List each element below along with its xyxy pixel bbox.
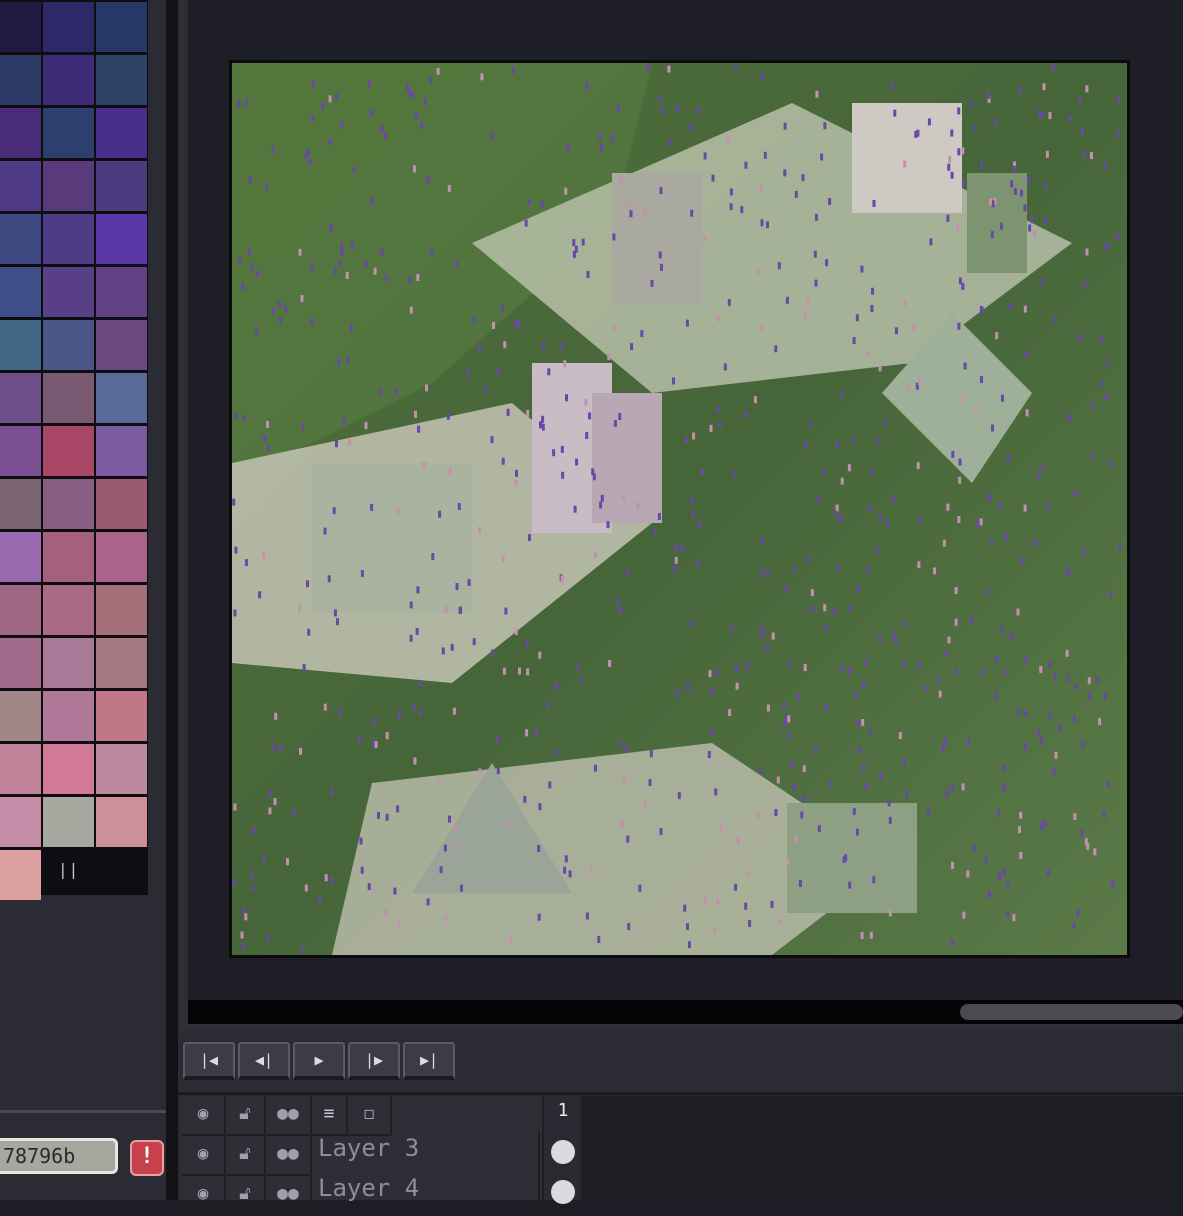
warning-button[interactable]: !	[130, 1140, 164, 1176]
palette-swatch[interactable]	[43, 214, 94, 264]
header-lock-icon[interactable]: 🔓︎	[226, 1096, 266, 1136]
palette-swatch[interactable]	[0, 638, 41, 688]
panel-gutter	[166, 0, 178, 1200]
skip-end-icon: ▶|	[419, 1051, 439, 1069]
palette-swatch[interactable]	[43, 161, 94, 211]
frame-number[interactable]: 1	[542, 1100, 584, 1121]
building-block	[612, 173, 702, 303]
color-palette	[0, 0, 148, 900]
palette-swatch[interactable]	[0, 373, 41, 423]
palette-swatch[interactable]	[0, 2, 41, 52]
palette-swatch[interactable]	[96, 55, 147, 105]
palette-swatch[interactable]	[43, 532, 94, 582]
panel-divider	[0, 1110, 166, 1113]
palette-swatch[interactable]	[96, 426, 147, 476]
layer-name[interactable]: Layer 4	[312, 1170, 540, 1210]
cel-dot[interactable]	[551, 1180, 575, 1204]
palette-swatch[interactable]	[43, 108, 94, 158]
palette-swatch[interactable]	[43, 373, 94, 423]
previous-frame-button[interactable]: ◀|	[238, 1042, 290, 1080]
play-button[interactable]: ▶	[293, 1042, 345, 1080]
palette-swatch[interactable]	[96, 532, 147, 582]
palette-swatch[interactable]	[0, 267, 41, 317]
step-back-icon: ◀|	[254, 1051, 274, 1069]
palette-swatch[interactable]	[43, 797, 94, 847]
palette-swatch[interactable]	[0, 850, 41, 900]
palette-swatch[interactable]	[96, 479, 147, 529]
palette-resize-handle[interactable]: ||	[58, 860, 79, 879]
palette-swatch[interactable]	[0, 161, 41, 211]
palette-swatch[interactable]	[96, 373, 147, 423]
palette-swatch[interactable]	[96, 744, 147, 794]
palette-swatch[interactable]	[43, 426, 94, 476]
layer-3-lock-icon[interactable]: 🔓︎	[226, 1136, 266, 1176]
last-frame-button[interactable]: ▶|	[403, 1042, 455, 1080]
header-eye-icon[interactable]: ◉	[182, 1096, 226, 1136]
color-hex-input[interactable]: 78796b	[0, 1138, 118, 1174]
palette-swatch[interactable]	[43, 691, 94, 741]
palette-swatch[interactable]	[43, 585, 94, 635]
scrollbar-thumb[interactable]	[960, 1004, 1183, 1020]
palette-swatch[interactable]	[96, 2, 147, 52]
timeline-separator	[178, 1092, 1183, 1095]
palette-swatch[interactable]	[0, 426, 41, 476]
palette-swatch[interactable]	[96, 585, 147, 635]
layer-3-link-icon[interactable]: ●●	[266, 1136, 312, 1176]
cel-dot[interactable]	[551, 1140, 575, 1164]
layer-3-eye-icon[interactable]: ◉	[182, 1136, 226, 1176]
palette-swatch[interactable]	[0, 691, 41, 741]
palette-swatch[interactable]	[96, 638, 147, 688]
timeline-cels-area[interactable]	[584, 1096, 1183, 1200]
palette-swatch[interactable]	[96, 691, 147, 741]
layer-name[interactable]: Layer 3	[312, 1130, 540, 1170]
first-frame-button[interactable]: |◀	[183, 1042, 235, 1080]
palette-swatch[interactable]	[0, 585, 41, 635]
palette-swatch[interactable]	[0, 108, 41, 158]
palette-swatch[interactable]	[0, 479, 41, 529]
palette-swatch[interactable]	[96, 267, 147, 317]
step-forward-icon: |▶	[364, 1051, 384, 1069]
building-arch	[592, 393, 662, 523]
header-link-icon[interactable]: ●●	[266, 1096, 312, 1136]
building-green-tower	[967, 173, 1027, 273]
palette-swatch[interactable]	[43, 320, 94, 370]
palette-swatch[interactable]	[96, 320, 147, 370]
palette-swatch[interactable]	[96, 797, 147, 847]
palette-swatch[interactable]	[43, 638, 94, 688]
palette-swatch[interactable]	[96, 108, 147, 158]
palette-swatch[interactable]	[0, 55, 41, 105]
artwork-canvas[interactable]	[229, 60, 1130, 958]
palette-swatch[interactable]	[96, 161, 147, 211]
layer-4-lock-icon[interactable]: 🔓︎	[226, 1176, 266, 1216]
palette-swatch[interactable]	[43, 267, 94, 317]
palette-swatch[interactable]	[0, 532, 41, 582]
building-cube	[787, 803, 917, 913]
palette-swatch[interactable]	[0, 320, 41, 370]
palette-swatch[interactable]	[43, 55, 94, 105]
skip-start-icon: |◀	[199, 1051, 219, 1069]
next-frame-button[interactable]: |▶	[348, 1042, 400, 1080]
building-gate	[852, 103, 962, 213]
palette-swatch[interactable]	[0, 214, 41, 264]
layer-4-eye-icon[interactable]: ◉	[182, 1176, 226, 1216]
palette-swatch[interactable]	[0, 744, 41, 794]
building-stadium	[312, 463, 472, 613]
palette-swatch[interactable]	[43, 479, 94, 529]
palette-swatch[interactable]	[43, 2, 94, 52]
palette-swatch[interactable]	[0, 797, 41, 847]
layer-4-link-icon[interactable]: ●●	[266, 1176, 312, 1216]
palette-swatch[interactable]	[43, 744, 94, 794]
play-icon: ▶	[314, 1051, 324, 1069]
palette-swatch[interactable]	[96, 214, 147, 264]
